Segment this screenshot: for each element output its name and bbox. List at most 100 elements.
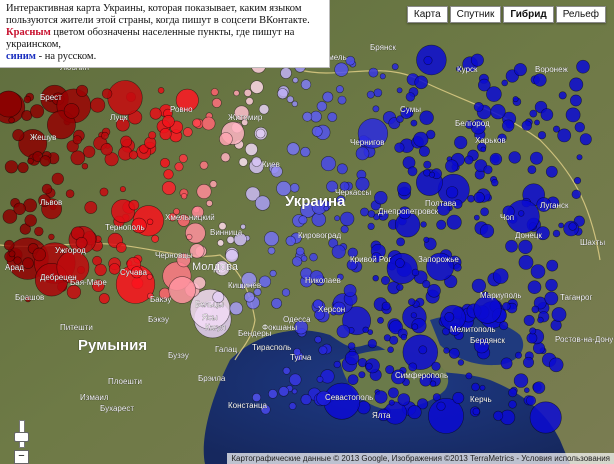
settlement-marker[interactable] bbox=[358, 371, 366, 379]
map-type-map-button[interactable]: Карта bbox=[406, 6, 448, 23]
settlement-marker[interactable] bbox=[551, 307, 567, 322]
settlement-marker[interactable] bbox=[298, 215, 308, 225]
settlement-marker[interactable] bbox=[201, 116, 216, 131]
settlement-marker[interactable] bbox=[473, 295, 502, 324]
settlement-marker[interactable] bbox=[63, 103, 80, 119]
settlement-marker[interactable] bbox=[428, 171, 435, 178]
settlement-marker[interactable] bbox=[537, 316, 544, 324]
settlement-marker[interactable] bbox=[367, 210, 376, 218]
settlement-marker[interactable] bbox=[423, 160, 432, 169]
settlement-marker[interactable] bbox=[345, 55, 356, 66]
settlement-marker[interactable] bbox=[345, 350, 360, 366]
settlement-marker[interactable] bbox=[343, 284, 357, 297]
settlement-marker[interactable] bbox=[144, 136, 157, 149]
settlement-marker[interactable] bbox=[512, 96, 519, 103]
settlement-marker[interactable] bbox=[443, 347, 450, 354]
settlement-marker[interactable] bbox=[523, 387, 530, 394]
settlement-marker[interactable] bbox=[157, 87, 165, 94]
settlement-marker[interactable] bbox=[94, 263, 107, 277]
settlement-marker[interactable] bbox=[522, 356, 534, 368]
settlement-marker[interactable] bbox=[269, 269, 277, 277]
settlement-marker[interactable] bbox=[178, 153, 188, 163]
settlement-marker[interactable] bbox=[286, 95, 294, 103]
settlement-marker[interactable] bbox=[444, 311, 455, 322]
settlement-marker[interactable] bbox=[205, 199, 213, 207]
settlement-marker[interactable] bbox=[391, 63, 399, 71]
settlement-marker[interactable] bbox=[419, 110, 434, 125]
settlement-marker[interactable] bbox=[374, 191, 388, 205]
settlement-marker[interactable] bbox=[386, 253, 418, 285]
settlement-marker[interactable] bbox=[423, 55, 433, 65]
settlement-marker[interactable] bbox=[533, 73, 547, 87]
settlement-marker[interactable] bbox=[285, 235, 296, 246]
settlement-marker[interactable] bbox=[405, 92, 416, 102]
settlement-marker[interactable] bbox=[529, 151, 543, 165]
settlement-marker[interactable] bbox=[381, 301, 391, 311]
settlement-marker[interactable] bbox=[368, 67, 379, 78]
settlement-marker[interactable] bbox=[185, 222, 206, 244]
settlement-marker[interactable] bbox=[292, 77, 299, 84]
settlement-marker[interactable] bbox=[281, 288, 291, 297]
settlement-marker[interactable] bbox=[335, 85, 344, 94]
settlement-marker[interactable] bbox=[518, 254, 534, 270]
settlement-marker[interactable] bbox=[290, 183, 300, 193]
settlement-marker[interactable] bbox=[514, 351, 522, 359]
settlement-marker[interactable] bbox=[316, 101, 328, 112]
settlement-marker[interactable] bbox=[362, 326, 369, 333]
settlement-marker[interactable] bbox=[83, 145, 96, 158]
settlement-marker[interactable] bbox=[501, 79, 509, 87]
settlement-marker[interactable] bbox=[360, 207, 369, 217]
settlement-marker[interactable] bbox=[505, 239, 518, 253]
settlement-marker[interactable] bbox=[151, 234, 159, 243]
settlement-marker[interactable] bbox=[300, 79, 312, 90]
settlement-marker[interactable] bbox=[255, 195, 271, 211]
settlement-marker[interactable] bbox=[508, 388, 518, 398]
settlement-marker[interactable] bbox=[436, 401, 446, 411]
settlement-marker[interactable] bbox=[99, 187, 109, 197]
settlement-marker[interactable] bbox=[558, 91, 567, 100]
settlement-marker[interactable] bbox=[373, 88, 383, 98]
settlement-marker[interactable] bbox=[107, 80, 143, 116]
settlement-marker[interactable] bbox=[322, 91, 334, 103]
settlement-marker[interactable] bbox=[472, 407, 480, 416]
settlement-marker[interactable] bbox=[65, 189, 75, 198]
settlement-marker[interactable] bbox=[292, 256, 303, 267]
settlement-marker[interactable] bbox=[446, 214, 462, 230]
settlement-marker[interactable] bbox=[163, 169, 174, 180]
settlement-marker[interactable] bbox=[192, 118, 202, 128]
settlement-marker[interactable] bbox=[410, 312, 417, 319]
settlement-marker[interactable] bbox=[576, 154, 583, 161]
settlement-marker[interactable] bbox=[23, 95, 32, 104]
settlement-marker[interactable] bbox=[318, 345, 328, 355]
settlement-marker[interactable] bbox=[181, 193, 188, 200]
settlement-marker[interactable] bbox=[8, 250, 16, 258]
settlement-marker[interactable] bbox=[483, 165, 493, 175]
settlement-marker[interactable] bbox=[8, 116, 15, 124]
settlement-marker[interactable] bbox=[479, 384, 486, 391]
settlement-marker[interactable] bbox=[491, 179, 499, 187]
settlement-marker[interactable] bbox=[396, 115, 404, 123]
settlement-marker[interactable] bbox=[530, 264, 546, 279]
settlement-marker[interactable] bbox=[291, 100, 298, 107]
settlement-marker[interactable] bbox=[311, 125, 323, 137]
settlement-marker[interactable] bbox=[537, 131, 547, 140]
settlement-marker[interactable] bbox=[471, 382, 480, 392]
settlement-marker[interactable] bbox=[220, 152, 231, 163]
settlement-marker[interactable] bbox=[457, 359, 465, 366]
settlement-marker[interactable] bbox=[288, 402, 297, 410]
settlement-marker[interactable] bbox=[355, 146, 370, 161]
settlement-marker[interactable] bbox=[210, 88, 219, 96]
settlement-marker[interactable] bbox=[397, 181, 412, 197]
settlement-marker[interactable] bbox=[366, 90, 375, 99]
settlement-marker[interactable] bbox=[24, 214, 37, 227]
settlement-marker[interactable] bbox=[473, 102, 484, 112]
settlement-marker[interactable] bbox=[540, 108, 554, 121]
settlement-marker[interactable] bbox=[502, 119, 515, 132]
settlement-marker[interactable] bbox=[529, 109, 538, 118]
settlement-marker[interactable] bbox=[500, 357, 513, 370]
settlement-marker[interactable] bbox=[558, 222, 564, 229]
settlement-marker[interactable] bbox=[314, 335, 322, 344]
settlement-marker[interactable] bbox=[333, 360, 341, 369]
settlement-marker[interactable] bbox=[336, 324, 350, 339]
settlement-marker[interactable] bbox=[453, 263, 462, 272]
